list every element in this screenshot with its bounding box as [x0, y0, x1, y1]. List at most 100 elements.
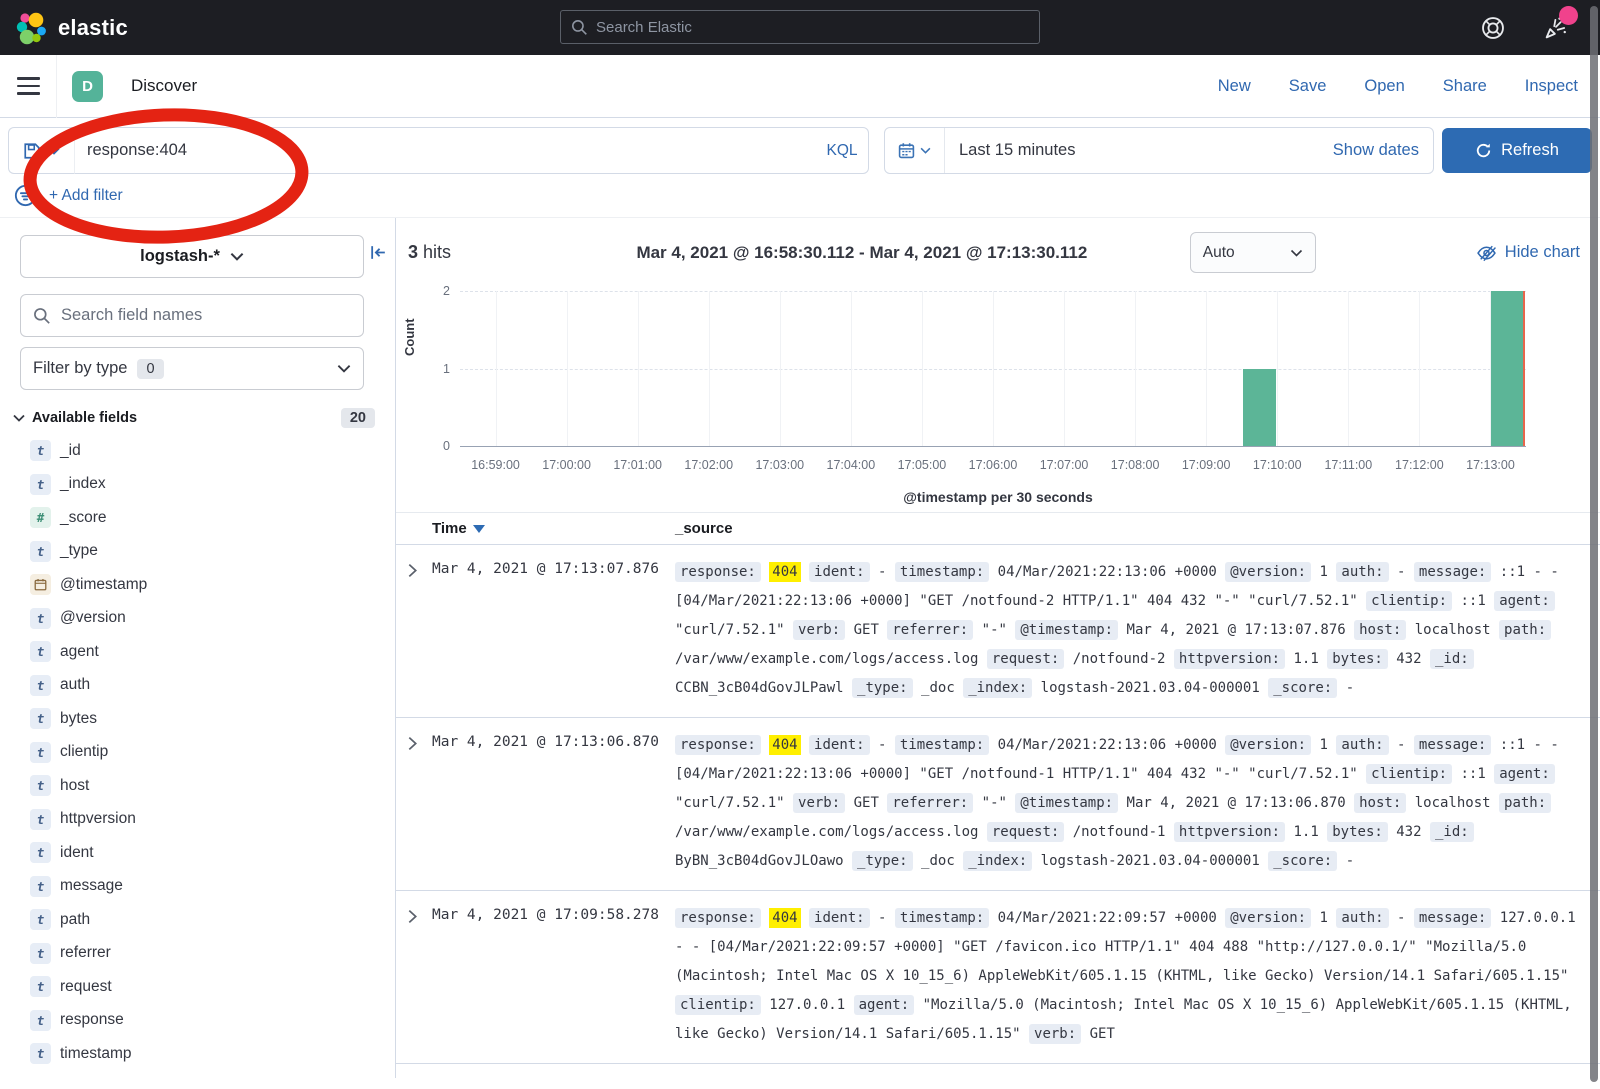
field-item-path[interactable]: tpath [30, 903, 395, 937]
source-value: 432 [1396, 651, 1421, 667]
eye-slash-icon [1476, 243, 1497, 262]
date-quick-select-button[interactable] [885, 128, 945, 173]
field-item-timestamp[interactable]: @timestamp [30, 568, 395, 602]
source-value: ByBN_3cB04dGovJLOawo [675, 853, 844, 869]
source-value: logstash-2021.03.04-000001 [1041, 853, 1260, 869]
action-share[interactable]: Share [1443, 77, 1487, 96]
query-bar: KQL Last 15 minutes Show dates Refresh [0, 118, 1600, 182]
action-open[interactable]: Open [1364, 77, 1404, 96]
source-value: Mar 4, 2021 @ 17:13:06.870 [1127, 795, 1346, 811]
hide-chart-link[interactable]: Hide chart [1476, 243, 1580, 262]
text-field-icon: t [30, 876, 51, 897]
filter-menu-icon[interactable] [14, 184, 37, 207]
histogram-bar-17:09:30[interactable] [1243, 369, 1277, 447]
add-filter-link[interactable]: + Add filter [49, 187, 123, 205]
field-name: referrer [60, 944, 111, 962]
field-item-score[interactable]: #_score [30, 501, 395, 535]
available-fields-header[interactable]: Available fields 20 [13, 408, 375, 428]
x-axis-tick: 17:01:00 [613, 458, 662, 472]
index-pattern-select[interactable]: logstash-* [20, 235, 364, 278]
expand-row-icon[interactable] [396, 558, 432, 703]
action-save[interactable]: Save [1289, 77, 1327, 96]
help-icon[interactable] [1480, 15, 1506, 41]
show-dates-link[interactable]: Show dates [1333, 141, 1433, 160]
query-language-toggle[interactable]: KQL [816, 142, 868, 160]
source-field-name: auth: [1336, 735, 1388, 755]
source-value: 1.1 [1294, 824, 1319, 840]
histogram-chart[interactable]: Count 01216:59:0017:00:0017:01:0017:02:0… [396, 281, 1600, 506]
field-item-version[interactable]: t@version [30, 602, 395, 636]
source-field-name: clientip: [1366, 764, 1452, 784]
text-field-icon: t [30, 1010, 51, 1031]
number-field-icon: # [30, 507, 51, 528]
field-item-auth[interactable]: tauth [30, 669, 395, 703]
field-item-httpversion[interactable]: thttpversion [30, 803, 395, 837]
field-item-host[interactable]: thost [30, 769, 395, 803]
sort-desc-icon [473, 525, 485, 533]
query-input-box: KQL [75, 127, 869, 174]
source-field-name: _score: [1268, 678, 1337, 698]
y-axis-tick: 1 [443, 362, 450, 376]
row-source: response: 404 ident: - timestamp: 04/Mar… [675, 558, 1600, 703]
field-item-bytes[interactable]: tbytes [30, 702, 395, 736]
field-item-request[interactable]: trequest [30, 970, 395, 1004]
field-item-message[interactable]: tmessage [30, 870, 395, 904]
expand-row-icon[interactable] [396, 904, 432, 1049]
page-scrollbar[interactable] [1590, 6, 1598, 1082]
source-field-name: _id: [1430, 822, 1474, 842]
available-fields-label: Available fields [32, 410, 137, 426]
field-item-referrer[interactable]: t referrer [30, 937, 395, 971]
field-item-timestamp[interactable]: ttimestamp [30, 1037, 395, 1071]
source-field-name: request: [987, 649, 1064, 669]
field-item-agent[interactable]: tagent [30, 635, 395, 669]
source-field-name: httpversion: [1174, 822, 1285, 842]
column-header-time[interactable]: Time [432, 520, 675, 537]
source-value: - [1397, 910, 1405, 926]
text-field-icon: t [30, 675, 51, 696]
time-range-value[interactable]: Last 15 minutes [945, 141, 1333, 160]
text-field-icon: t [30, 943, 51, 964]
expand-row-icon[interactable] [396, 731, 432, 876]
interval-select[interactable]: Auto [1190, 232, 1316, 273]
menu-hamburger-icon[interactable] [0, 55, 57, 118]
source-field-name: agent: [854, 995, 915, 1015]
field-item-index[interactable]: t_index [30, 468, 395, 502]
elastic-logo[interactable]: elastic [0, 10, 128, 46]
query-input[interactable] [75, 141, 816, 160]
field-search-input[interactable]: Search field names [20, 294, 364, 337]
refresh-button[interactable]: Refresh [1442, 128, 1592, 173]
collapse-sidebar-icon[interactable] [369, 244, 388, 261]
x-axis-tick: 17:09:00 [1182, 458, 1231, 472]
space-avatar[interactable]: D [72, 71, 103, 102]
histogram-bar-17:13:00[interactable] [1491, 291, 1525, 446]
calendar-icon [898, 142, 915, 159]
filter-by-type-select[interactable]: Filter by type 0 [20, 347, 364, 390]
field-item-ident[interactable]: tident [30, 836, 395, 870]
field-item-id[interactable]: t_id [30, 434, 395, 468]
source-value: Mar 4, 2021 @ 17:13:07.876 [1127, 622, 1346, 638]
global-search-input[interactable]: Search Elastic [560, 10, 1040, 44]
field-name: ident [60, 844, 94, 862]
source-field-name: message: [1414, 562, 1491, 582]
saved-query-button[interactable] [8, 127, 75, 174]
field-item-type[interactable]: t_type [30, 535, 395, 569]
breadcrumb[interactable]: Discover [131, 76, 197, 96]
action-new[interactable]: New [1218, 77, 1251, 96]
field-item-response[interactable]: tresponse [30, 1004, 395, 1038]
filter-bar: + Add filter [0, 182, 1600, 218]
field-name: host [60, 777, 89, 795]
source-field-name: httpversion: [1174, 649, 1285, 669]
source-field-name: message: [1414, 735, 1491, 755]
elastic-logo-icon [14, 10, 48, 46]
source-value: _doc [921, 853, 955, 869]
chart-plot-area: 01216:59:0017:00:0017:01:0017:02:0017:03… [460, 291, 1526, 446]
x-axis-tick: 17:07:00 [1040, 458, 1089, 472]
source-field-name: host: [1354, 620, 1406, 640]
source-field-name: request: [987, 822, 1064, 842]
hits-bar: 3 hits Mar 4, 2021 @ 16:58:30.112 - Mar … [396, 218, 1600, 281]
x-axis-tick: 17:06:00 [969, 458, 1018, 472]
source-field-name: @timestamp: [1015, 620, 1118, 640]
field-item-clientip[interactable]: tclientip [30, 736, 395, 770]
action-inspect[interactable]: Inspect [1525, 77, 1578, 96]
field-name: _index [60, 475, 106, 493]
